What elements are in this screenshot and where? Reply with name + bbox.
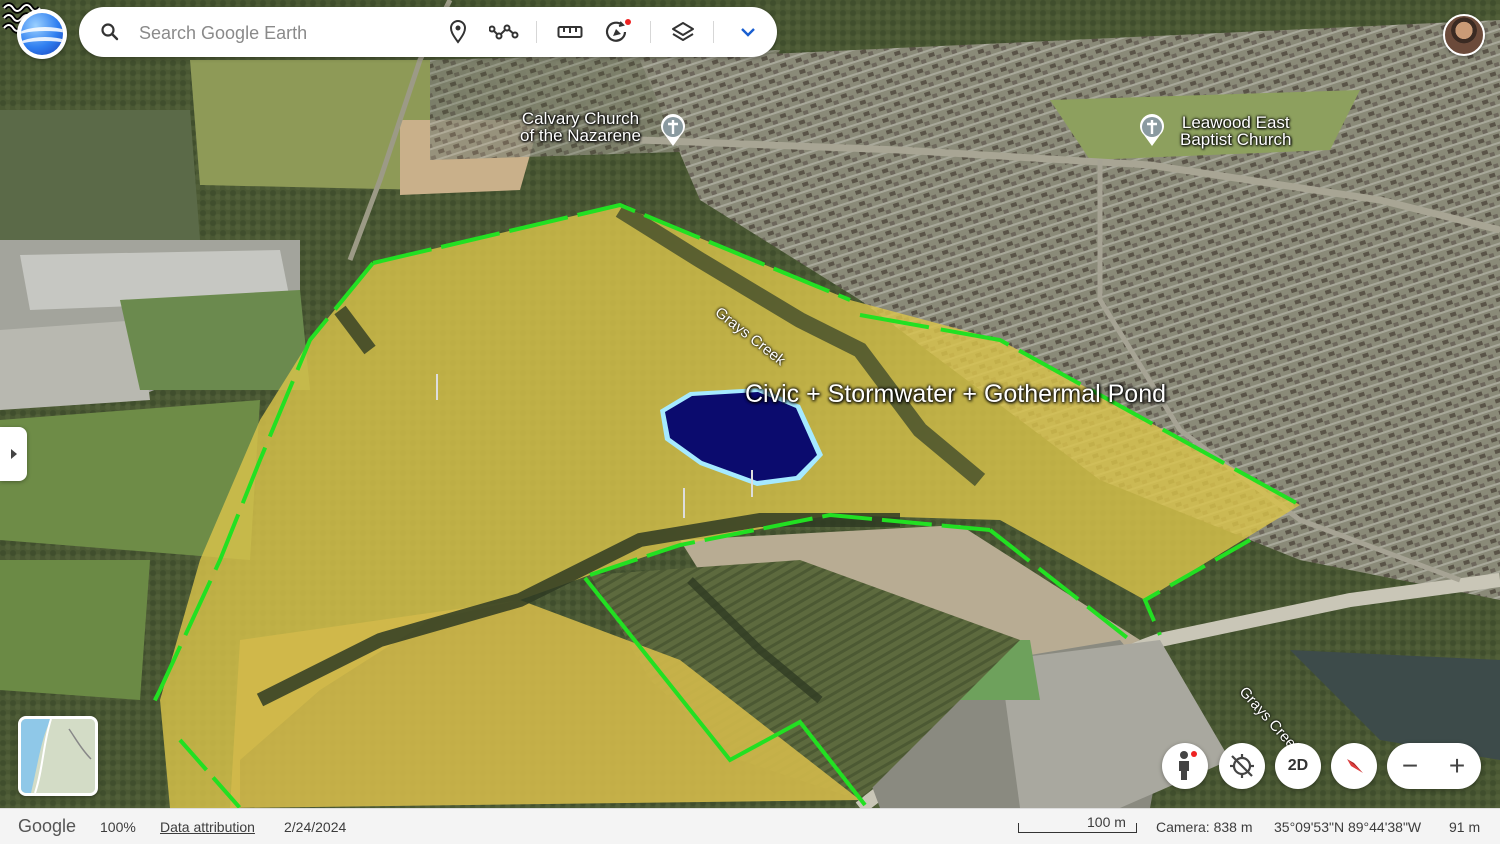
avatar[interactable] xyxy=(1443,14,1485,56)
side-panel-toggle[interactable] xyxy=(0,427,27,481)
zoom-out-button[interactable]: − xyxy=(1387,743,1433,789)
zoom-level: 100% xyxy=(100,819,136,835)
chevron-right-icon xyxy=(10,449,17,459)
place-label-line1: Leawood East xyxy=(1181,113,1290,132)
compass-button[interactable] xyxy=(1331,743,1377,789)
scale-bar xyxy=(1018,823,1137,833)
chevron-down-icon[interactable] xyxy=(733,18,763,46)
path-icon[interactable] xyxy=(489,18,519,46)
minimap-image xyxy=(21,719,95,793)
voyager-icon[interactable] xyxy=(602,18,632,46)
elevation: 91 m xyxy=(1449,819,1481,835)
data-attribution-link[interactable]: Data attribution xyxy=(160,819,255,835)
place-label-line1: Calvary Church xyxy=(521,109,640,128)
place-label-calvary-church[interactable]: Calvary Church of the Nazarene xyxy=(520,110,641,144)
layers-icon[interactable] xyxy=(668,18,698,46)
search-box[interactable] xyxy=(79,7,425,57)
toolbar-divider xyxy=(536,21,537,43)
church-pin-icon[interactable] xyxy=(659,113,687,147)
minimap[interactable] xyxy=(18,716,98,796)
place-label-line2: Baptist Church xyxy=(1180,130,1292,149)
compass-icon xyxy=(1347,759,1363,773)
camera-altitude: Camera: 838 m xyxy=(1156,819,1253,835)
2d-toggle-button[interactable]: 2D xyxy=(1275,743,1321,789)
status-bar: Google 100% Data attribution 2/24/2024 1… xyxy=(0,808,1500,844)
zoom-in-button[interactable]: + xyxy=(1434,743,1480,789)
ruler-icon[interactable] xyxy=(555,18,585,46)
pegman-icon xyxy=(1179,751,1197,780)
toolbar-divider xyxy=(650,21,651,43)
toolbar-divider xyxy=(713,21,714,43)
feature-label[interactable]: Civic + Stormwater + Gothermal Pond xyxy=(745,380,1166,409)
place-label-leawood-church[interactable]: Leawood East Baptist Church xyxy=(1180,114,1292,148)
map-view[interactable]: Calvary Church of the Nazarene Leawood E… xyxy=(0,0,1500,808)
search-icon[interactable] xyxy=(100,22,120,42)
google-earth-logo[interactable] xyxy=(17,9,67,59)
google-logo: Google xyxy=(18,816,77,836)
search-toolbar xyxy=(79,7,777,57)
location-off-icon xyxy=(1230,754,1254,778)
street-view-button[interactable] xyxy=(1162,743,1208,789)
location-button[interactable] xyxy=(1219,743,1265,789)
place-label-line2: of the Nazarene xyxy=(520,126,641,145)
place-pin-icon[interactable] xyxy=(443,18,473,46)
search-input[interactable] xyxy=(137,20,411,46)
zoom-controls: − + xyxy=(1387,743,1481,789)
church-pin-icon[interactable] xyxy=(1138,113,1166,147)
imagery-date: 2/24/2024 xyxy=(284,819,347,835)
coordinates: 35°09'53"N 89°44'38"W xyxy=(1274,819,1422,835)
